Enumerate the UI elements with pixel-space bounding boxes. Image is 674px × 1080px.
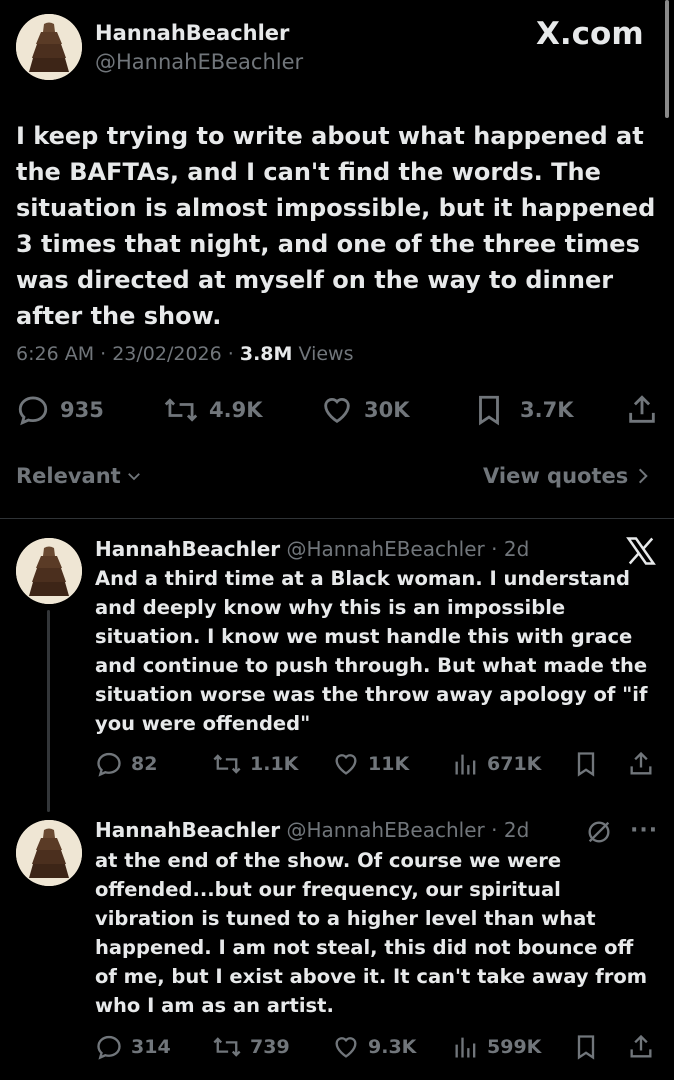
bookmark-icon [479,395,499,426]
divider [0,518,674,519]
bookmark-icon [577,1035,595,1060]
sort-dropdown[interactable]: Relevant [16,464,143,488]
reply-count: 935 [60,398,104,422]
tweet-time: 6:26 AM · 23/02/2026 · [16,343,234,365]
avatar-figure-icon [16,14,82,80]
repost-icon [164,398,198,422]
reply-text: And a third time at a Black woman. I und… [95,567,648,735]
share-icon [630,751,652,775]
share-icon [629,395,655,423]
views-button[interactable]: 671K [453,750,541,778]
brand-watermark: X.com [536,16,644,52]
more-options-icon[interactable]: ··· [630,818,658,843]
bookmark-button[interactable]: 3.7K [474,393,573,427]
share-button[interactable] [627,1033,655,1061]
bookmark-button[interactable] [573,1033,599,1061]
views-count: 3.8M [239,343,293,365]
view-quotes-link[interactable]: View quotes [483,464,650,488]
like-button[interactable]: 9.3K [332,1033,416,1061]
tweet-text: I keep trying to write about what happen… [16,122,656,330]
reply-text: at the end of the show. Of course we wer… [95,849,648,1017]
repost-button[interactable]: 739 [212,1033,290,1061]
reply-icon [18,396,48,426]
reply-icon [97,752,121,777]
repost-button[interactable]: 1.1K [212,750,298,778]
reply-author-handle[interactable]: @HannahEBeachler [287,537,485,561]
reply-author-name[interactable]: HannahBeachler [95,537,280,561]
heart-icon [335,1037,357,1058]
views-button[interactable]: 599K [453,1033,541,1061]
reply-avatar[interactable] [16,538,82,604]
share-button[interactable] [625,393,659,427]
reply-header: HannahBeachler @HannahEBeachler · 2d [95,818,529,842]
bookmark-count: 3.7K [520,398,574,422]
view-quotes-label: View quotes [483,464,629,488]
views-count: 671K [487,753,542,775]
repost-count: 4.9K [209,398,263,422]
thread-line [47,610,50,812]
scrollbar-thumb[interactable] [665,0,669,118]
analytics-icon [455,754,476,775]
like-button[interactable]: 11K [332,750,409,778]
heart-icon [335,754,357,775]
views-label: Views [298,343,354,365]
reply-count: 314 [131,1036,171,1058]
chevron-down-icon [127,473,140,481]
views-count: 599K [487,1036,542,1058]
like-count: 11K [368,753,410,775]
share-icon [630,1034,652,1058]
reply-age: · 2d [491,818,530,842]
like-count: 30K [364,398,410,422]
bookmark-button[interactable] [573,750,599,778]
analytics-icon [455,1037,476,1058]
repost-button[interactable]: 4.9K [163,393,262,427]
author-avatar[interactable] [16,14,82,80]
repost-icon [213,754,241,774]
heart-icon [324,398,350,424]
author-name[interactable]: HannahBeachler [95,21,289,45]
avatar-figure-icon [16,820,82,886]
reply-button[interactable]: 314 [95,1033,171,1061]
bookmark-icon [577,752,595,777]
reply-age: · 2d [491,537,530,561]
repost-count: 739 [250,1036,290,1058]
tweet-meta: 6:26 AM · 23/02/2026 · 3.8M Views [16,343,353,365]
reply-count: 82 [131,753,158,775]
like-count: 9.3K [368,1036,417,1058]
share-button[interactable] [627,750,655,778]
repost-icon [213,1037,241,1057]
reply-button[interactable]: 935 [16,393,104,427]
reply-author-name[interactable]: HannahBeachler [95,818,280,842]
chevron-right-icon [639,468,648,484]
grok-icon[interactable] [585,818,613,846]
sort-label: Relevant [16,464,121,488]
reply-header: HannahBeachler @HannahEBeachler · 2d [95,537,529,561]
reply-icon [97,1035,121,1060]
avatar-figure-icon [16,538,82,604]
like-button[interactable]: 30K [320,393,410,427]
reply-author-handle[interactable]: @HannahEBeachler [287,818,485,842]
author-handle[interactable]: @HannahEBeachler [95,50,303,74]
reply-button[interactable]: 82 [95,750,157,778]
repost-count: 1.1K [250,753,299,775]
x-logo-icon [626,537,656,565]
reply-avatar[interactable] [16,820,82,886]
